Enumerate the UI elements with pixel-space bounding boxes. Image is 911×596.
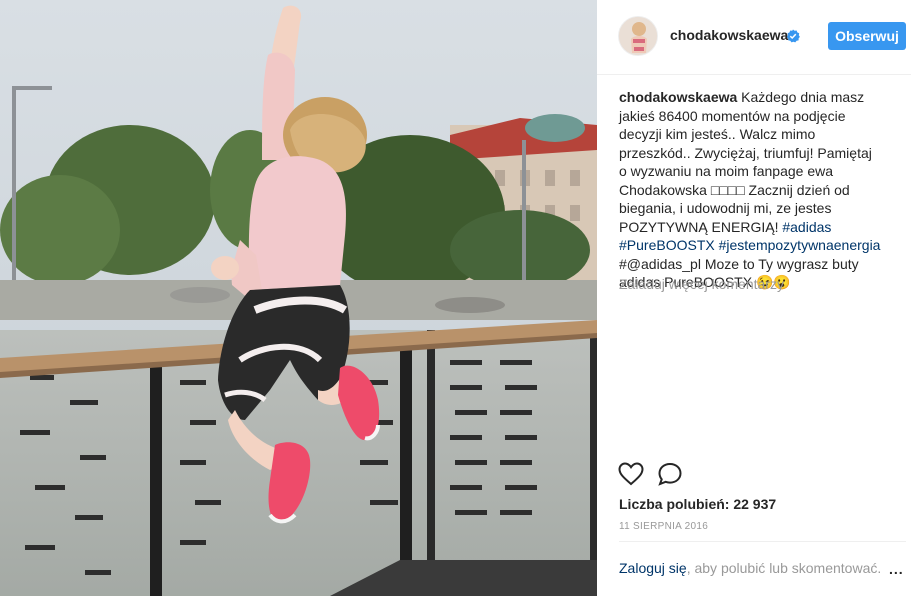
verified-badge-icon — [786, 29, 800, 43]
photo-image — [0, 0, 597, 596]
hashtag-jestempozytywnaenergia[interactable]: #jestempozytywnaenergia — [719, 237, 881, 253]
post-header: chodakowskaewa Obserwuj — [597, 0, 911, 75]
post-date: 11 SIERPNIA 2016 — [619, 521, 709, 532]
caption-username[interactable]: chodakowskaewa — [619, 89, 737, 105]
heart-icon[interactable] — [618, 462, 644, 486]
post-sidebar: chodakowskaewa Obserwuj chodakowskaewa K… — [597, 0, 911, 596]
divider — [619, 541, 906, 542]
comment-icon[interactable] — [657, 462, 683, 486]
post-caption: chodakowskaewa Każdego dnia masz jakieś … — [619, 88, 881, 292]
caption-text: Każdego dnia masz jakieś 86400 momentów … — [619, 89, 872, 235]
likes-count[interactable]: Liczba polubień: 22 937 — [619, 496, 776, 512]
follow-button[interactable]: Obserwuj — [828, 22, 906, 50]
hashtag-adidas[interactable]: #adidas — [782, 219, 831, 235]
load-more-comments-link[interactable]: Załaduj więcej komentarzy — [619, 276, 784, 292]
post-photo[interactable] — [0, 0, 597, 596]
more-options-icon[interactable]: ... — [889, 562, 905, 576]
avatar[interactable] — [618, 16, 658, 56]
hashtag-pureboostx[interactable]: #PureBOOSTX — [619, 237, 715, 253]
login-prompt-text: , aby polubić lub skomentować. — [686, 560, 882, 576]
post-actions — [597, 452, 911, 492]
login-prompt: Zaloguj się, aby polubić lub skomentować… — [619, 560, 881, 576]
avatar-image — [619, 17, 657, 55]
login-link[interactable]: Zaloguj się — [619, 560, 687, 576]
username[interactable]: chodakowskaewa — [670, 27, 788, 43]
